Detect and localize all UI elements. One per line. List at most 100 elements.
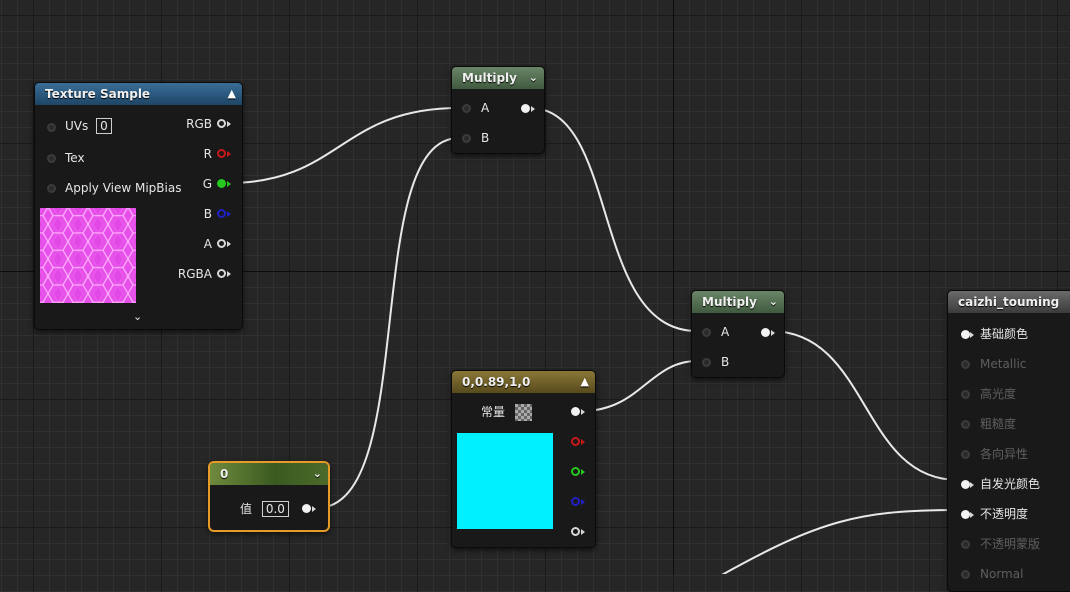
constant-header[interactable]: 0,0.89,1,0 ▲ [452, 371, 595, 393]
texture-sample-title: Texture Sample [45, 87, 151, 101]
wire-multiply1-to-multiply2-a[interactable] [529, 107, 698, 332]
r-output-pin[interactable] [217, 149, 226, 158]
rgba-output-pin[interactable] [217, 269, 226, 278]
result-input-pin[interactable] [961, 390, 970, 399]
constant-g-output-pin[interactable] [571, 467, 580, 476]
result-input-pin[interactable] [961, 540, 970, 549]
constant-collapse-icon[interactable]: ▲ [581, 371, 589, 393]
b-output-pin[interactable] [217, 209, 226, 218]
rgb-output-pin[interactable] [217, 119, 226, 128]
result-input-pin[interactable] [961, 480, 970, 489]
result-input-pin[interactable] [961, 570, 970, 579]
mipbias-label: Apply View MipBias [65, 181, 182, 195]
multiply-2-output-arrow-icon [771, 330, 775, 336]
multiply-node-1[interactable]: Multiply ⌄ A B [451, 66, 545, 154]
r-pin-arrow-icon [227, 151, 231, 157]
multiply-2-input-b-pin[interactable] [702, 358, 711, 367]
constant-b-arrow-icon [581, 499, 585, 505]
expand-chevron-icon[interactable]: ⌄ [133, 310, 142, 323]
constant-rgb-arrow-icon [581, 409, 585, 415]
multiply-1-a-label: A [481, 101, 490, 115]
mipbias-input-pin[interactable] [47, 184, 56, 193]
result-input-pin[interactable] [961, 360, 970, 369]
scalar-value-label: 值 [240, 502, 253, 516]
uvs-value-field[interactable]: 0 [96, 118, 112, 134]
multiply-1-b-label: B [481, 131, 490, 145]
scalar-output-arrow-icon [312, 506, 316, 512]
wire-to-opacity[interactable] [720, 509, 959, 574]
constant-title: 0,0.89,1,0 [462, 375, 531, 389]
result-input-pin[interactable] [961, 330, 970, 339]
r-output-label: R [203, 147, 212, 161]
result-pin-arrow-icon [970, 482, 974, 488]
rgb-output-label: RGB [186, 117, 212, 131]
g-output-pin[interactable] [217, 179, 226, 188]
multiply-2-header[interactable]: Multiply ⌄ [692, 291, 784, 313]
scalar-chevron-icon[interactable]: ⌄ [313, 463, 322, 485]
constant-r-output-pin[interactable] [571, 437, 580, 446]
result-pin-arrow-icon [970, 512, 974, 518]
multiply-1-title: Multiply [462, 71, 517, 85]
constant-r-arrow-icon [581, 439, 585, 445]
rgba-output-label: RGBA [177, 267, 212, 281]
result-input-pin[interactable] [961, 510, 970, 519]
texture-sample-header[interactable]: Texture Sample ▲ [35, 83, 242, 105]
result-input-label: 自发光颜色 [980, 477, 1041, 491]
collapse-chevron-icon[interactable]: ▲ [228, 83, 236, 105]
constant-rgb-output-pin[interactable] [571, 407, 580, 416]
wire-g-to-multiply1-a[interactable] [227, 107, 460, 184]
scalar-value-field[interactable]: 0.0 [261, 501, 289, 517]
scalar-output-pin[interactable] [302, 504, 311, 513]
multiply-1-output-arrow-icon [531, 106, 535, 112]
multiply-2-input-a-pin[interactable] [702, 328, 711, 337]
result-input-label: 不透明蒙版 [980, 537, 1041, 551]
constant-color-node[interactable]: 0,0.89,1,0 ▲ 常量 [451, 370, 596, 548]
multiply-1-output-pin[interactable] [521, 104, 530, 113]
rgba-pin-arrow-icon [227, 271, 231, 277]
result-input-pin[interactable] [961, 450, 970, 459]
multiply-1-input-b-pin[interactable] [462, 134, 471, 143]
result-input-label: Normal [980, 567, 1024, 581]
uvs-label: UVs [65, 119, 89, 133]
result-title: caizhi_touming [958, 295, 1060, 309]
b-pin-arrow-icon [227, 211, 231, 217]
multiply-node-2[interactable]: Multiply ⌄ A B [691, 290, 785, 378]
multiply-2-chevron-icon[interactable]: ⌄ [769, 291, 778, 313]
multiply-2-b-label: B [721, 355, 730, 369]
result-input-label: 粗糙度 [980, 417, 1017, 431]
result-input-label: 基础颜色 [980, 327, 1029, 341]
g-output-label: G [202, 177, 212, 191]
scalar-node[interactable]: 0 ⌄ 值 0.0 [208, 461, 330, 532]
uvs-input-pin[interactable] [47, 123, 56, 132]
result-header[interactable]: caizhi_touming [948, 291, 1070, 313]
result-input-pin[interactable] [961, 420, 970, 429]
multiply-1-header[interactable]: Multiply ⌄ [452, 67, 544, 89]
wire-scalar-to-multiply1-b[interactable] [316, 137, 460, 509]
hexagon-pattern-icon [40, 208, 136, 303]
a-output-pin[interactable] [217, 239, 226, 248]
wire-constant-to-multiply2-b[interactable] [581, 360, 698, 412]
texture-sample-node[interactable]: Texture Sample ▲ UVs 0 Tex Apply View Mi… [34, 82, 243, 330]
result-input-label: Metallic [980, 357, 1027, 371]
tex-label: Tex [65, 151, 85, 165]
material-result-node[interactable]: caizhi_touming 基础颜色 Metallic 高光度 粗糙度 各向异性 自发光… [947, 290, 1070, 592]
constant-b-output-pin[interactable] [571, 497, 580, 506]
tex-input-pin[interactable] [47, 154, 56, 163]
multiply-2-title: Multiply [702, 295, 757, 309]
multiply-2-a-label: A [721, 325, 730, 339]
multiply-2-output-pin[interactable] [761, 328, 770, 337]
a-output-label: A [203, 237, 212, 251]
g-pin-arrow-icon [227, 181, 231, 187]
multiply-1-input-a-pin[interactable] [462, 104, 471, 113]
scalar-header[interactable]: 0 ⌄ [210, 463, 328, 485]
scalar-title: 0 [220, 467, 229, 481]
color-swatch-preview[interactable] [457, 433, 553, 529]
rgb-pin-arrow-icon [227, 121, 231, 127]
multiply-1-chevron-icon[interactable]: ⌄ [529, 67, 538, 89]
result-input-label: 不透明度 [980, 507, 1029, 521]
uvs-row: UVs 0 [65, 117, 112, 135]
result-pin-arrow-icon [970, 332, 974, 338]
constant-param-label: 常量 [481, 405, 506, 419]
wire-multiply2-to-emissive[interactable] [769, 330, 959, 481]
constant-a-output-pin[interactable] [571, 527, 580, 536]
